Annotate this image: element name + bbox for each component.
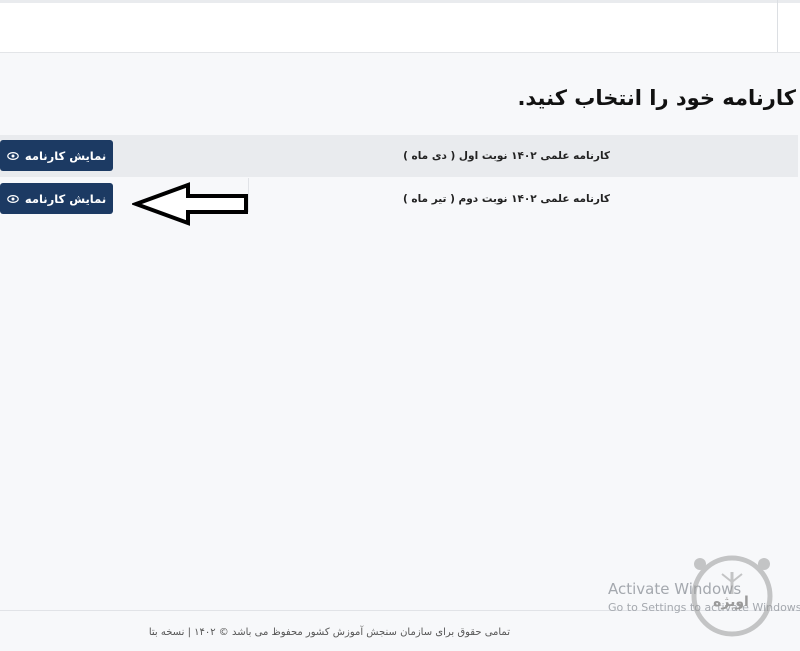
report-card-row: کارنامه علمی ۱۴۰۲ نوبت دوم ( تیر ماه ) ن…: [0, 178, 798, 220]
report-card-label: کارنامه علمی ۱۴۰۲ نوبت دوم ( تیر ماه ): [402, 193, 610, 205]
eye-icon: [7, 193, 19, 205]
show-report-card-button[interactable]: نمایش کارنامه: [0, 140, 113, 171]
arrow-left-icon: [132, 182, 248, 226]
page-title: کارنامه خود را انتخاب کنید.: [517, 86, 796, 110]
watermark-text: اویژه: [713, 594, 749, 610]
page-footer: تمامی حقوق برای سازمان سنجش آموزش کشور م…: [0, 610, 800, 651]
show-report-card-button[interactable]: نمایش کارنامه: [0, 183, 113, 214]
show-report-card-label: نمایش کارنامه: [24, 148, 107, 163]
report-card-row: کارنامه علمی ۱۴۰۲ نوبت اول ( دی ماه ) نم…: [0, 135, 798, 177]
footer-copyright: تمامی حقوق برای سازمان سنجش آموزش کشور م…: [148, 627, 510, 638]
top-header-bar: [0, 0, 800, 53]
eye-icon: [7, 150, 19, 162]
header-top-line: [0, 0, 800, 3]
report-card-label: کارنامه علمی ۱۴۰۲ نوبت اول ( دی ماه ): [403, 150, 610, 162]
show-report-card-label: نمایش کارنامه: [24, 191, 107, 206]
header-edge-divider: [777, 0, 778, 52]
